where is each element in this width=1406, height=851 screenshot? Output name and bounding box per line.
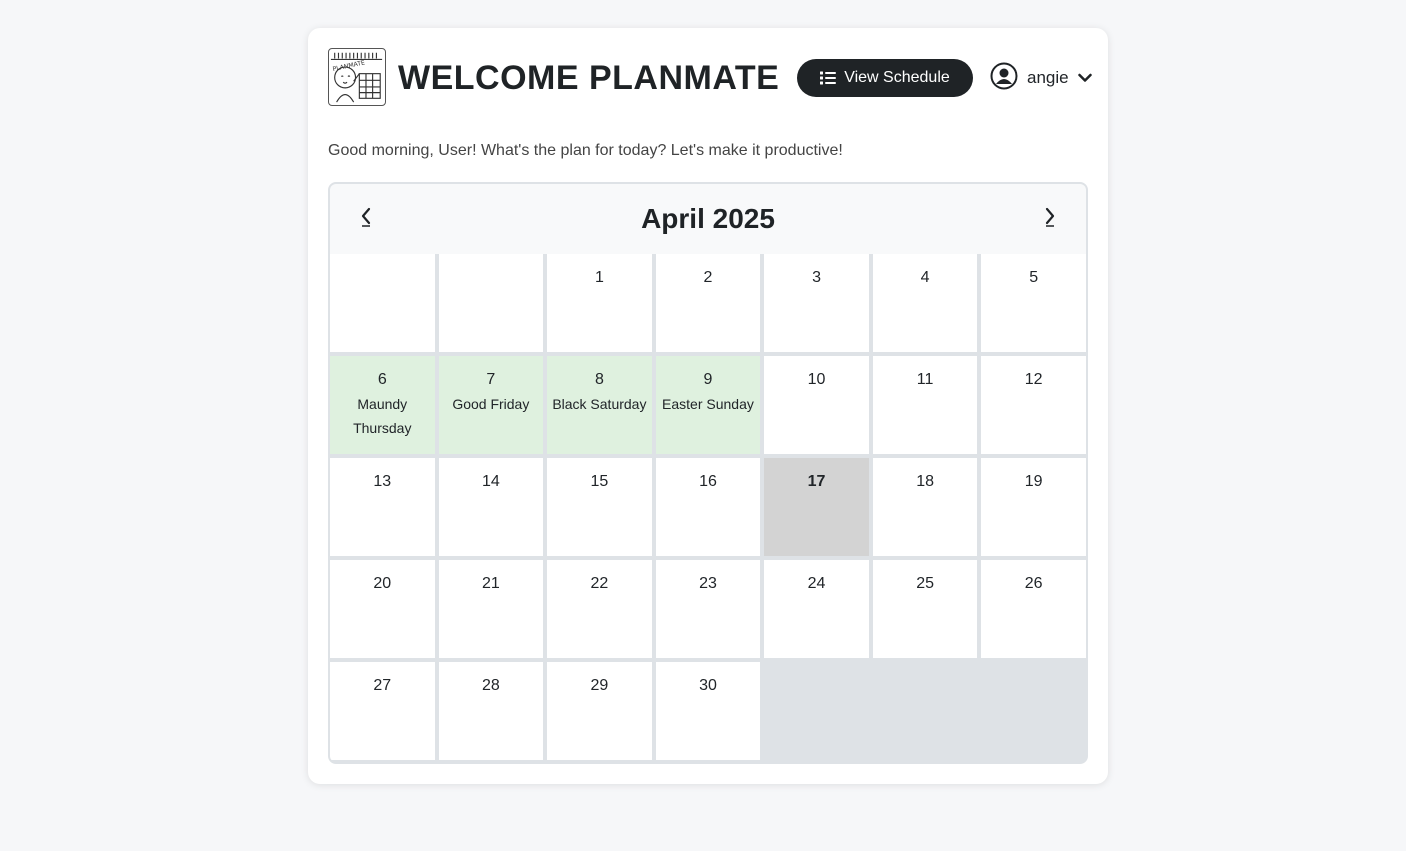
planmate-logo-icon: PLANMATE [328, 48, 386, 106]
calendar-day-holiday[interactable]: 8 Black Saturday [547, 356, 652, 454]
calendar-day[interactable]: 13 [330, 458, 435, 556]
holiday-label: Black Saturday [552, 396, 647, 412]
greeting-text: Good morning, User! What's the plan for … [328, 142, 843, 159]
calendar-empty-cell [330, 254, 435, 352]
calendar-day[interactable]: 21 [438, 560, 544, 658]
day-number: 6 [377, 371, 387, 388]
calendar-day[interactable]: 4 [872, 254, 978, 352]
day-number: 14 [481, 473, 500, 490]
day-number: 19 [1024, 473, 1043, 490]
day-number: 1 [594, 269, 604, 286]
chevron-right-icon [1043, 206, 1057, 233]
calendar-day[interactable]: 24 [764, 560, 869, 658]
day-number: 11 [916, 371, 934, 388]
day-number: 30 [699, 677, 717, 694]
calendar-header: April 2025 [330, 184, 1086, 254]
user-circle-icon [990, 62, 1018, 95]
day-number: 13 [373, 473, 392, 490]
day-number: 17 [807, 473, 826, 490]
day-number: 7 [486, 371, 496, 388]
calendar-day[interactable]: 20 [330, 560, 435, 658]
list-icon [820, 71, 837, 85]
calendar-day[interactable]: 19 [981, 458, 1086, 556]
holiday-label: Good Friday [452, 396, 530, 412]
calendar-day[interactable]: 27 [330, 662, 435, 760]
day-number: 24 [807, 575, 826, 592]
svg-text:PLANMATE: PLANMATE [332, 59, 366, 73]
user-name: angie [1027, 68, 1069, 87]
calendar-day[interactable]: 12 [981, 356, 1086, 454]
day-number: 29 [590, 677, 609, 694]
day-number: 23 [699, 575, 717, 592]
day-number: 8 [594, 371, 604, 388]
calendar-day[interactable]: 10 [764, 356, 869, 454]
calendar-day[interactable]: 30 [655, 662, 761, 760]
day-number: 22 [590, 575, 609, 592]
calendar-week: 20 21 22 23 24 25 26 [330, 560, 1086, 658]
holiday-label: Easter Sunday [662, 396, 754, 412]
calendar-day[interactable]: 26 [981, 560, 1086, 658]
day-number: 5 [1029, 269, 1039, 286]
calendar-day[interactable]: 2 [655, 254, 761, 352]
day-number: 2 [703, 269, 713, 286]
day-number: 4 [920, 269, 930, 286]
calendar-day-holiday[interactable]: 6 Maundy Thursday [330, 356, 435, 454]
view-schedule-button[interactable]: View Schedule [797, 59, 973, 97]
header: PLANMATE WELCOME PLANMATE View Schedule [328, 48, 1092, 108]
calendar-day[interactable]: 3 [764, 254, 869, 352]
user-menu[interactable]: angie [990, 62, 1092, 94]
day-number: 20 [373, 575, 392, 592]
calendar-week: 6 Maundy Thursday 7 Good Friday 8 Black Satur… [330, 356, 1086, 454]
day-number: 16 [699, 473, 717, 490]
chevron-down-icon [1077, 68, 1092, 88]
day-number: 28 [481, 677, 500, 694]
calendar-day-today[interactable]: 17 [764, 458, 869, 556]
calendar-filler-cell [764, 662, 869, 760]
calendar-day[interactable]: 23 [655, 560, 761, 658]
calendar-week: 27 28 29 30 [330, 662, 1086, 760]
calendar-day[interactable]: 18 [872, 458, 978, 556]
calendar-grid: 1 2 3 4 5 6 Maundy Thursday 7 Good Friday 8 Black … [330, 254, 1086, 762]
calendar-day[interactable]: 15 [547, 458, 652, 556]
calendar-day[interactable]: 14 [438, 458, 544, 556]
calendar-day[interactable]: 11 [872, 356, 978, 454]
main-card: PLANMATE WELCOME PLANMATE View Schedule [308, 28, 1108, 784]
calendar-day-holiday[interactable]: 9 Easter Sunday [655, 356, 761, 454]
calendar-day[interactable]: 5 [981, 254, 1086, 352]
calendar: April 2025 1 2 3 4 5 6 Maundy Thursday 7 Good Fr… [328, 182, 1088, 764]
calendar-day[interactable]: 25 [872, 560, 978, 658]
app-title: WELCOME PLANMATE [398, 59, 780, 97]
day-number: 26 [1024, 575, 1043, 592]
calendar-day[interactable]: 22 [547, 560, 652, 658]
calendar-day[interactable]: 28 [438, 662, 544, 760]
calendar-day-holiday[interactable]: 7 Good Friday [438, 356, 544, 454]
holiday-label: Maundy Thursday [353, 396, 412, 436]
calendar-filler-cell [981, 662, 1086, 760]
day-number: 27 [373, 677, 392, 694]
calendar-week: 1 2 3 4 5 [330, 254, 1086, 352]
calendar-filler-cell [872, 662, 978, 760]
next-month-button[interactable] [1038, 206, 1062, 232]
calendar-day[interactable]: 1 [547, 254, 652, 352]
calendar-day[interactable]: 29 [547, 662, 652, 760]
day-number: 12 [1024, 371, 1043, 388]
day-number: 25 [916, 575, 934, 592]
view-schedule-label: View Schedule [844, 69, 950, 86]
month-title: April 2025 [641, 203, 775, 234]
day-number: 18 [916, 473, 934, 490]
day-number: 9 [703, 371, 713, 388]
day-number: 10 [807, 371, 826, 388]
calendar-day[interactable]: 16 [655, 458, 761, 556]
calendar-empty-cell [438, 254, 544, 352]
day-number: 15 [590, 473, 609, 490]
day-number: 3 [812, 269, 821, 286]
calendar-week: 13 14 15 16 17 18 19 [330, 458, 1086, 556]
day-number: 21 [481, 575, 500, 592]
